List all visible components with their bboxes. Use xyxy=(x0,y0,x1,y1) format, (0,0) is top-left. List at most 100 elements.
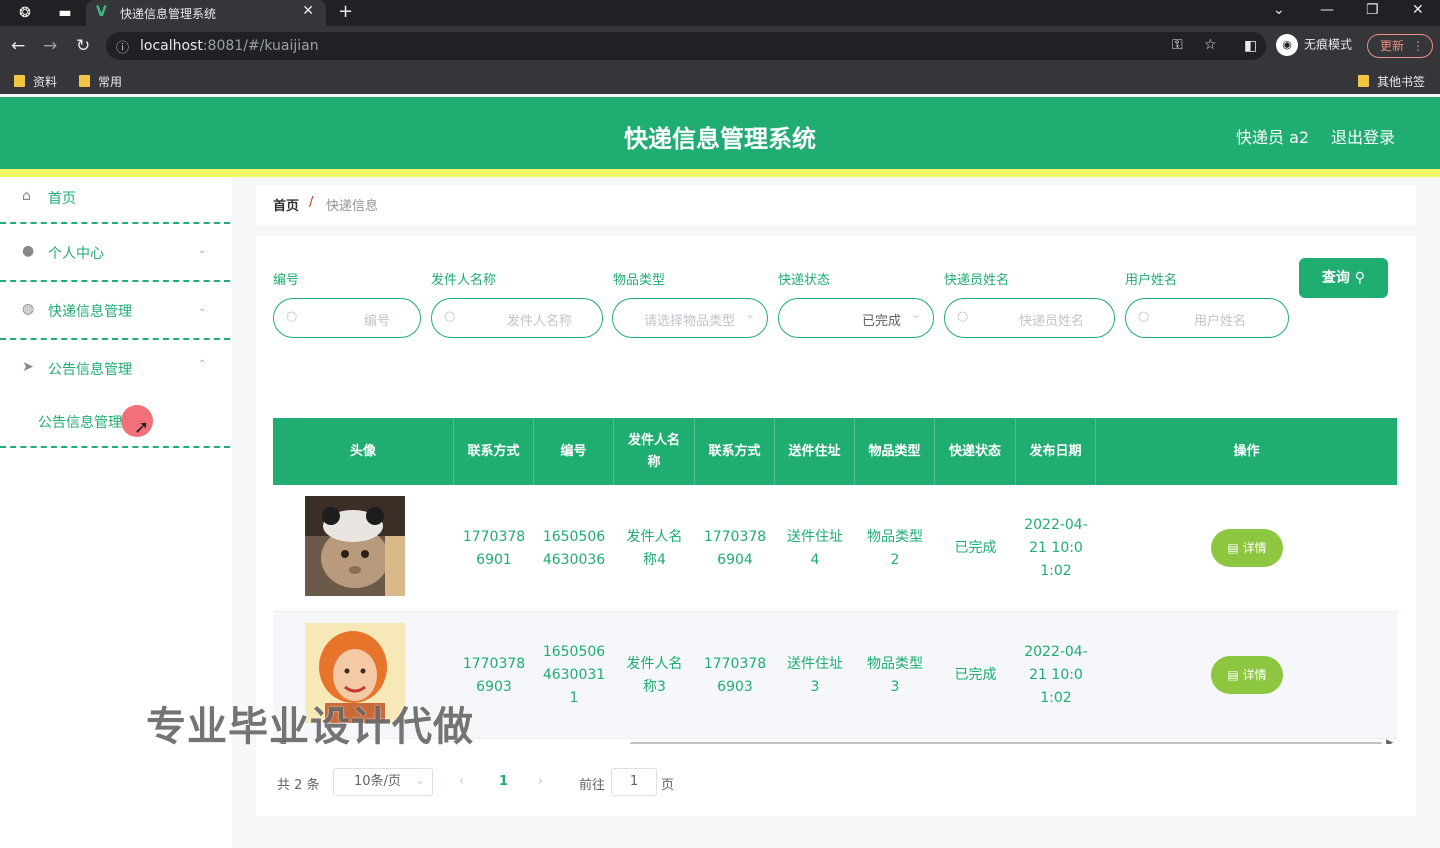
submenu-notice-management[interactable]: 公告信息管理 xyxy=(38,412,122,432)
site-info-icon[interactable]: ⓘ xyxy=(116,37,129,56)
cell-item-type: 物品类型2 xyxy=(867,528,923,568)
filter-label-user: 用户姓名 xyxy=(1125,273,1178,288)
minimize-icon[interactable]: — xyxy=(1320,2,1334,18)
search-icon: ○ xyxy=(957,309,969,324)
col-item-type: 物品类型 xyxy=(855,418,935,485)
cell-date: 2022-04-21 10:01:02 xyxy=(1024,644,1088,706)
key-icon[interactable]: ⚿ xyxy=(1172,37,1183,53)
sidebar-item-personal-center[interactable]: ● 个人中心 ⌄ xyxy=(0,224,230,282)
search-icon: ○ xyxy=(1138,309,1150,324)
browser-tab[interactable]: V 快递信息管理系统 ✕ xyxy=(86,0,326,26)
browser-profile-icon[interactable]: ❂ xyxy=(16,4,34,22)
col-contact-2: 联系方式 xyxy=(695,418,775,485)
sidebar-item-home[interactable]: ⌂ 首页 xyxy=(0,177,230,224)
tab-list-chevron-icon[interactable]: ⌄ xyxy=(1273,2,1285,18)
col-date: 发布日期 xyxy=(1016,418,1096,485)
restore-icon[interactable]: ❐ xyxy=(1366,2,1379,18)
app-header: 快递信息管理系统 快递员 a2 退出登录 xyxy=(0,97,1440,169)
avatar-cat-image xyxy=(305,496,405,596)
chevron-down-icon: ⌄ xyxy=(198,245,207,256)
detail-button[interactable]: ▤ 详情 xyxy=(1211,656,1283,694)
address-bar[interactable]: ⓘ localhost:8081/#/kuaijian ⚿ ☆ xyxy=(106,32,1266,60)
filter-label-sender: 发件人名称 xyxy=(431,273,497,288)
query-button[interactable]: 查询 ⚲ xyxy=(1299,258,1388,298)
col-actions: 操作 xyxy=(1233,443,1260,459)
cell-sender: 发件人名称4 xyxy=(626,528,683,568)
scroll-right-arrow-icon[interactable]: ▶ xyxy=(1386,738,1393,744)
folder-icon xyxy=(1358,75,1369,87)
logout-link[interactable]: 退出登录 xyxy=(1331,124,1395,148)
search-icon: ○ xyxy=(286,309,298,324)
folder-icon xyxy=(14,75,25,87)
chevron-down-icon: ⌄ xyxy=(415,776,424,787)
col-contact: 联系方式 xyxy=(454,418,534,485)
detail-button[interactable]: ▤ 详情 xyxy=(1211,529,1283,567)
prev-page-icon[interactable]: ‹ xyxy=(459,774,464,789)
incognito-icon: ◉ xyxy=(1276,34,1298,56)
header-accent-line xyxy=(0,169,1440,177)
update-button[interactable]: 更新 ⋮ xyxy=(1367,34,1433,58)
cell-id: 16505064630036 xyxy=(542,528,606,568)
mouse-cursor-icon: ➚ xyxy=(134,417,150,438)
cell-contact: 17703786901 xyxy=(462,528,526,568)
filter-input-sender[interactable]: ○ 发件人名称 xyxy=(431,298,603,338)
more-menu-icon[interactable]: ⋮ xyxy=(1412,35,1424,57)
close-window-icon[interactable]: ✕ xyxy=(1412,2,1424,18)
cell-id: 165050646300311 xyxy=(542,644,606,706)
page-size-select[interactable]: 10条/页 ⌄ xyxy=(333,768,433,796)
filter-select-item-type[interactable]: 请选择物品类型 ⌄ xyxy=(612,298,768,338)
page-number-current[interactable]: 1 xyxy=(499,774,508,789)
filter-input-id[interactable]: ○ 编号 xyxy=(273,298,421,338)
chevron-down-icon: ⌄ xyxy=(911,308,921,321)
filter-input-courier[interactable]: ○ 快递员姓名 xyxy=(944,298,1115,338)
send-icon: ➤ xyxy=(22,359,34,375)
incognito-indicator[interactable]: ◉ 无痕模式 xyxy=(1276,34,1352,56)
document-icon: ▤ xyxy=(1227,541,1239,555)
sidebar-item-express-management[interactable]: ◍ 快递信息管理 ⌄ xyxy=(0,282,230,340)
user-icon: ● xyxy=(22,243,35,259)
cell-contact-2: 17703786904 xyxy=(703,528,767,568)
chevron-up-icon: ⌃ xyxy=(198,359,207,370)
filter-select-status[interactable]: 已完成 ⌄ xyxy=(778,298,934,338)
back-icon[interactable]: ← xyxy=(11,36,25,56)
breadcrumb-home[interactable]: 首页 xyxy=(273,195,299,214)
bookmark-folder-changyong[interactable]: 常用 xyxy=(79,73,122,90)
new-tab-icon[interactable]: + xyxy=(338,1,353,22)
document-icon: ▤ xyxy=(1227,668,1239,682)
reload-icon[interactable]: ↻ xyxy=(76,36,90,56)
current-user: 快递员 a2 xyxy=(1236,128,1310,147)
chevron-down-icon: ⌄ xyxy=(745,308,755,321)
tab-search-icon[interactable]: ▬ xyxy=(56,4,74,22)
browser-tabbar: ❂ ▬ V 快递信息管理系统 ✕ + ⌄ — ❐ ✕ xyxy=(0,0,1440,26)
cell-contact-2: 17703786903 xyxy=(703,655,767,695)
filter-label-id: 编号 xyxy=(273,273,300,288)
bookmark-folder-ziliao[interactable]: 资料 xyxy=(14,73,57,90)
cell-date: 2022-04-21 10:01:02 xyxy=(1024,517,1088,579)
next-page-icon[interactable]: › xyxy=(538,774,543,789)
filter-input-user[interactable]: ○ 用户姓名 xyxy=(1125,298,1289,338)
vue-logo-icon: V xyxy=(96,4,107,20)
filter-label-item-type: 物品类型 xyxy=(613,273,666,288)
table-row: 17703786901 16505064630036 发件人名称4 177037… xyxy=(273,485,1397,612)
star-icon[interactable]: ☆ xyxy=(1204,37,1217,53)
search-icon: ⚲ xyxy=(1354,270,1366,286)
tab-close-icon[interactable]: ✕ xyxy=(302,3,314,19)
breadcrumb-separator: / xyxy=(309,195,314,210)
scrollbar-thumb[interactable] xyxy=(630,742,1382,744)
forward-icon[interactable]: → xyxy=(43,36,57,56)
bookmarks-bar: 资料 常用 其他书签 xyxy=(0,66,1440,94)
sidebar-item-notice-management[interactable]: ➤ 公告信息管理 ⌃ 公告信息管理 xyxy=(0,340,230,448)
cell-address: 送件住址4 xyxy=(787,528,843,568)
watermark-text: 专业毕业设计代做 xyxy=(146,704,474,750)
goto-label: 前往 xyxy=(579,778,606,793)
goto-page-input[interactable]: 1 xyxy=(611,768,657,796)
breadcrumb: 首页 / 快递信息 xyxy=(256,185,1416,225)
url-text: localhost:8081/#/kuaijian xyxy=(140,38,319,54)
filter-label-courier: 快递员姓名 xyxy=(944,273,1010,288)
col-address: 送件住址 xyxy=(775,418,855,485)
filter-label-status: 快递状态 xyxy=(778,273,831,288)
col-sender: 发件人名称 xyxy=(614,418,695,485)
sidepanel-icon[interactable]: ◧ xyxy=(1244,38,1257,54)
bookmark-folder-other[interactable]: 其他书签 xyxy=(1358,73,1425,90)
home-icon: ⌂ xyxy=(22,188,31,204)
